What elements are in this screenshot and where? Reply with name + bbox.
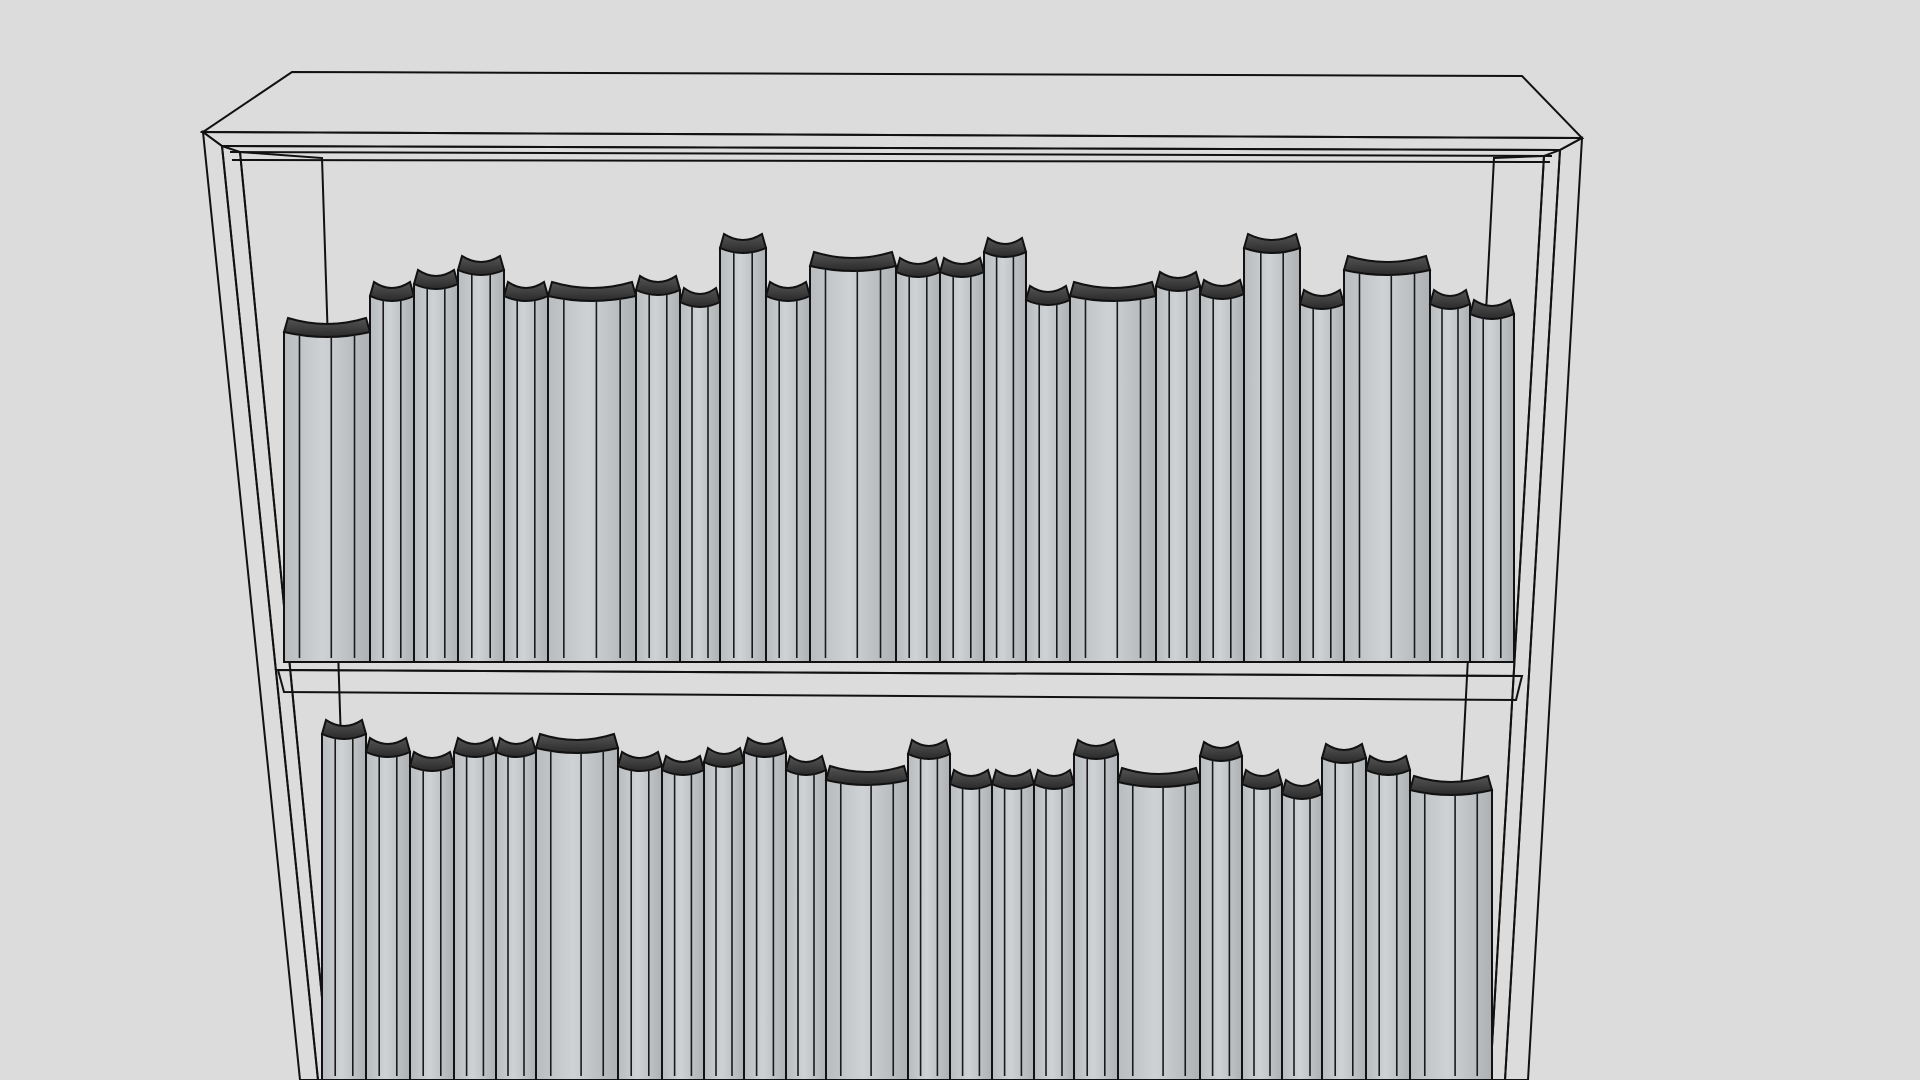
- book: [808, 250, 898, 663]
- upper-shelf-books: [282, 232, 1516, 663]
- book: [718, 232, 768, 663]
- book: [1242, 232, 1302, 663]
- book: [982, 236, 1028, 663]
- book: [1024, 284, 1072, 663]
- top-board: [199, 70, 1585, 163]
- book: [948, 768, 994, 1080]
- book: [1468, 298, 1516, 663]
- book: [1198, 278, 1246, 663]
- book: [320, 718, 368, 1080]
- book: [1154, 270, 1202, 663]
- book: [546, 280, 638, 663]
- book: [494, 736, 538, 1080]
- book: [938, 256, 986, 663]
- book: [1072, 738, 1120, 1080]
- book: [824, 764, 910, 1080]
- book: [1320, 742, 1368, 1080]
- lower-shelf-books: [320, 718, 1494, 1080]
- book: [990, 768, 1036, 1080]
- book: [1408, 774, 1494, 1080]
- book: [784, 754, 828, 1080]
- book: [534, 732, 620, 1080]
- book: [764, 280, 812, 663]
- book: [1198, 740, 1244, 1080]
- book: [634, 274, 682, 663]
- book: [1428, 288, 1472, 663]
- middle-shelf-board: [276, 668, 1524, 702]
- book: [282, 316, 372, 663]
- book: [412, 268, 460, 663]
- book: [742, 736, 788, 1080]
- book: [368, 280, 416, 663]
- book: [1240, 768, 1284, 1080]
- book: [1068, 280, 1158, 663]
- book: [364, 736, 412, 1080]
- book: [1280, 778, 1324, 1080]
- book: [408, 750, 456, 1080]
- book: [894, 256, 942, 663]
- book: [1364, 754, 1412, 1080]
- book: [1116, 766, 1202, 1080]
- book: [452, 736, 498, 1080]
- book: [906, 738, 952, 1080]
- book: [616, 750, 664, 1080]
- book: [456, 254, 506, 663]
- book: [660, 754, 706, 1080]
- book: [502, 280, 550, 663]
- book: [702, 746, 746, 1080]
- book: [1298, 288, 1346, 663]
- book: [678, 286, 722, 663]
- book: [1342, 254, 1432, 663]
- book: [1032, 768, 1076, 1080]
- bookshelf-scene: [199, 70, 1585, 1080]
